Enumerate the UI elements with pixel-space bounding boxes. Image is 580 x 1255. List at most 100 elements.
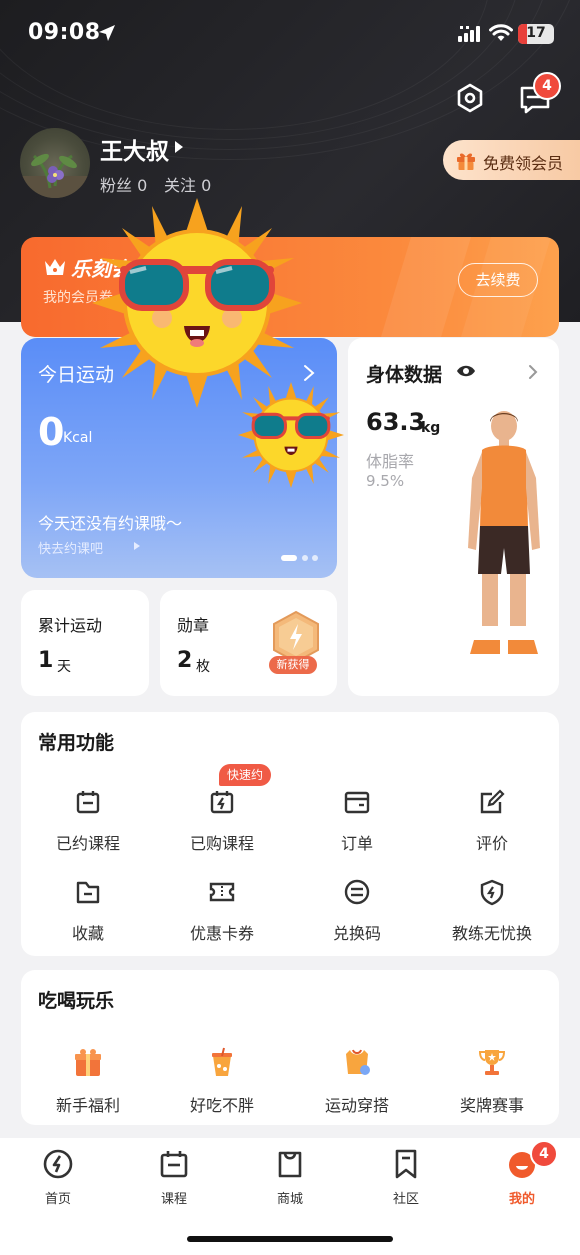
purchased-courses-label: 已购课程 bbox=[189, 834, 254, 853]
sun-sticker-large bbox=[92, 198, 302, 408]
newbie-welfare-label: 新手福利 bbox=[55, 1096, 120, 1115]
bookmark-icon bbox=[395, 1149, 417, 1179]
weight-unit: kg bbox=[421, 420, 441, 436]
medal-unit: 枚 bbox=[196, 659, 210, 675]
tab-store-label: 商城 bbox=[276, 1192, 303, 1207]
avatar[interactable] bbox=[20, 128, 90, 198]
message-badge: 4 bbox=[533, 72, 561, 100]
total-sport-unit: 天 bbox=[57, 659, 71, 675]
eye-icon[interactable] bbox=[456, 363, 476, 379]
orders-item[interactable]: 订单 bbox=[290, 788, 424, 858]
cellular-signal-icon bbox=[458, 26, 480, 42]
body-fat-label: 体脂率 bbox=[366, 452, 415, 471]
booked-courses-label: 已约课程 bbox=[55, 834, 120, 853]
carousel-dots bbox=[281, 555, 318, 561]
body-fat-value: 9.5% bbox=[366, 472, 405, 490]
favorites-label: 收藏 bbox=[71, 924, 104, 943]
profile-arrow-icon[interactable] bbox=[174, 140, 184, 154]
tab-store[interactable]: 商城 bbox=[250, 1148, 330, 1208]
body-data-title: 身体数据 bbox=[366, 364, 443, 386]
coupons-item[interactable]: 优惠卡券 bbox=[155, 878, 289, 948]
fans-count[interactable]: 粉丝 0 bbox=[100, 172, 147, 196]
tab-home[interactable]: 首页 bbox=[18, 1148, 98, 1208]
follows-count[interactable]: 关注 0 bbox=[164, 172, 211, 196]
renew-button[interactable]: 去续费 bbox=[458, 263, 538, 297]
coach-swap-item[interactable]: 教练无忧换 bbox=[425, 878, 559, 948]
sport-message: 今天还没有约课哦～ bbox=[38, 514, 183, 533]
home-lightning-icon bbox=[43, 1149, 73, 1179]
sport-vest-icon bbox=[346, 1049, 370, 1075]
orders-label: 订单 bbox=[340, 834, 373, 853]
tab-courses-label: 课程 bbox=[160, 1192, 187, 1207]
newbie-welfare-item[interactable]: 新手福利 bbox=[21, 1046, 155, 1126]
book-class-link[interactable]: 快去约课吧 bbox=[38, 538, 103, 557]
redeem-code-label: 兑换码 bbox=[332, 924, 381, 943]
eat-drink-play-card: 吃喝玩乐 新手福利 好吃不胖 运动穿搭 奖牌赛事 bbox=[21, 970, 559, 1125]
link-arrow-icon bbox=[134, 542, 140, 550]
booked-courses-item[interactable]: 已约课程 bbox=[21, 788, 155, 858]
eat-drink-play-title: 吃喝玩乐 bbox=[38, 990, 115, 1012]
avatar-flower-image bbox=[20, 153, 90, 198]
quick-book-tag: 快速约 bbox=[219, 764, 271, 786]
calendar-icon bbox=[76, 791, 100, 814]
review-item[interactable]: 评价 bbox=[425, 788, 559, 858]
gift-icon bbox=[457, 153, 475, 170]
purchased-courses-item[interactable]: 已购课程 bbox=[155, 788, 289, 858]
medal-events-label: 奖牌赛事 bbox=[459, 1096, 524, 1115]
wallet-icon bbox=[344, 791, 370, 814]
trophy-icon bbox=[478, 1050, 506, 1075]
redeem-code-item[interactable]: 兑换码 bbox=[290, 878, 424, 948]
weight-value: 63.3 bbox=[366, 408, 426, 436]
mine-tab-badge: 4 bbox=[530, 1140, 558, 1168]
body-avatar-figure bbox=[468, 411, 540, 654]
common-functions-card: 常用功能 快速约 已约课程 已购课程 订单 评价 收藏 优惠卡券 兑换码 教练无… bbox=[21, 712, 559, 956]
favorites-item[interactable]: 收藏 bbox=[21, 878, 155, 948]
tab-mine-label: 我的 bbox=[508, 1192, 535, 1207]
sport-kcal-unit: Kcal bbox=[63, 430, 93, 446]
tab-courses[interactable]: 课程 bbox=[134, 1148, 214, 1208]
calendar-icon bbox=[160, 1151, 188, 1178]
tab-community[interactable]: 社区 bbox=[366, 1148, 446, 1208]
status-bar: 09:08 17 bbox=[0, 0, 580, 70]
coach-swap-label: 教练无忧换 bbox=[451, 924, 532, 943]
gift-box-icon bbox=[75, 1049, 101, 1076]
medal-label: 勋章 bbox=[177, 616, 210, 635]
tab-home-label: 首页 bbox=[44, 1192, 71, 1207]
settings-icon[interactable] bbox=[454, 82, 486, 114]
chevron-right-icon bbox=[529, 365, 538, 379]
total-sport-card[interactable]: 累计运动 1 天 bbox=[21, 590, 149, 696]
ticket-icon bbox=[209, 882, 235, 902]
medal-value: 2 bbox=[177, 648, 193, 673]
sport-outfit-item[interactable]: 运动穿搭 bbox=[290, 1046, 424, 1126]
chevron-right-icon bbox=[304, 365, 315, 381]
tab-community-label: 社区 bbox=[392, 1192, 419, 1207]
drink-cup-icon bbox=[212, 1047, 232, 1076]
folder-icon bbox=[76, 881, 100, 904]
body-data-card[interactable]: 身体数据 63.3 kg 体脂率 9.5% bbox=[348, 338, 559, 696]
username[interactable]: 王大叔 bbox=[100, 132, 169, 166]
review-label: 评价 bbox=[475, 834, 508, 853]
free-vip-button[interactable]: 免费领会员 bbox=[443, 140, 580, 180]
exchange-icon bbox=[344, 879, 370, 905]
status-time: 09:08 bbox=[28, 20, 101, 45]
home-indicator bbox=[187, 1236, 393, 1242]
total-sport-value: 1 bbox=[38, 648, 54, 673]
lightning-calendar-icon bbox=[210, 791, 234, 814]
new-medal-tag: 新获得 bbox=[269, 656, 317, 674]
wifi-icon bbox=[489, 24, 513, 41]
location-arrow-icon bbox=[99, 25, 115, 41]
sport-outfit-label: 运动穿搭 bbox=[324, 1096, 389, 1115]
healthy-food-item[interactable]: 好吃不胖 bbox=[155, 1046, 289, 1126]
sport-kcal-value: 0 bbox=[38, 410, 65, 454]
shield-icon bbox=[480, 879, 504, 906]
common-functions-title: 常用功能 bbox=[38, 732, 115, 754]
sun-sticker-small bbox=[238, 382, 344, 488]
total-sport-label: 累计运动 bbox=[38, 616, 103, 635]
healthy-food-label: 好吃不胖 bbox=[189, 1096, 254, 1115]
medal-events-item[interactable]: 奖牌赛事 bbox=[425, 1046, 559, 1126]
coupons-label: 优惠卡券 bbox=[189, 924, 254, 943]
edit-icon bbox=[480, 789, 505, 814]
crown-icon bbox=[45, 259, 65, 275]
free-vip-label: 免费领会员 bbox=[483, 154, 564, 173]
medal-card[interactable]: 勋章 2 枚 新获得 bbox=[160, 590, 337, 696]
